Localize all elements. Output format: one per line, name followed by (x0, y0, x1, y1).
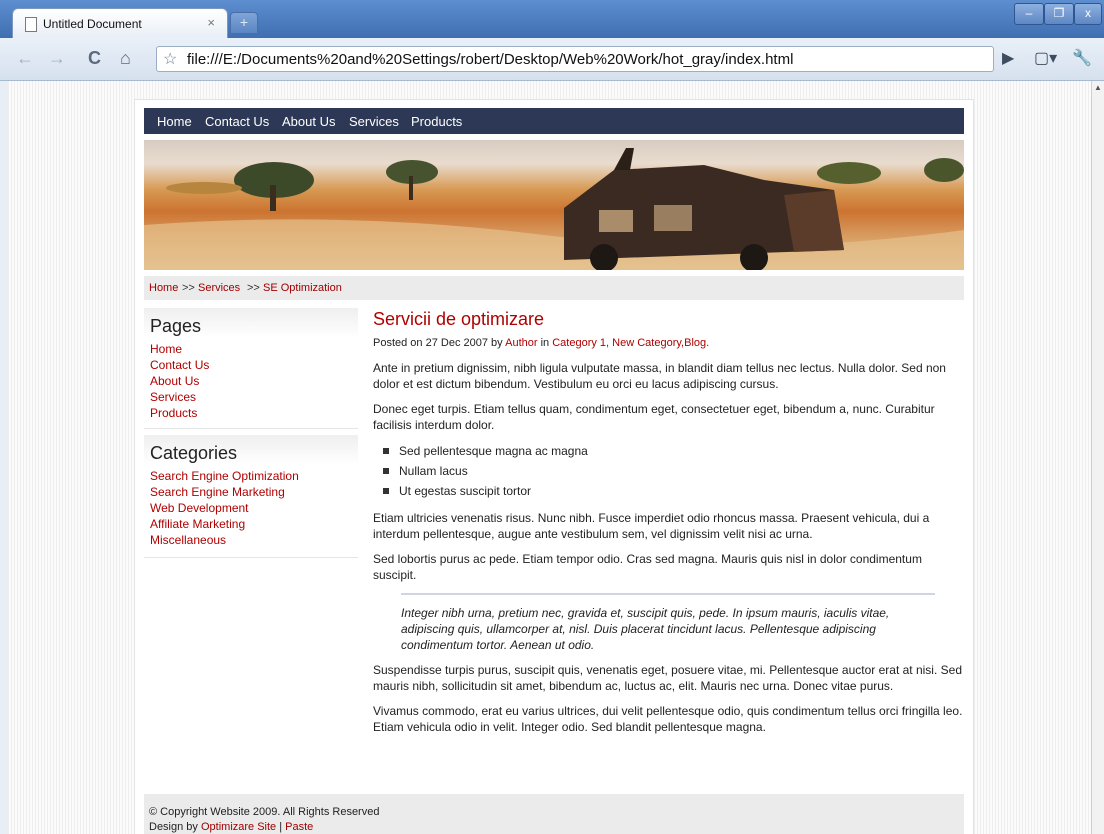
footer-separator: | (279, 821, 283, 833)
sidebar-page-about-us[interactable]: About Us (144, 373, 358, 389)
page-viewport: Home Contact Us About Us Services Produc… (8, 81, 1091, 834)
category-web-development[interactable]: Web Development (144, 500, 358, 516)
tab-close-icon[interactable]: × (207, 15, 215, 30)
header-banner-image (144, 140, 964, 270)
url-text[interactable]: file:///E:/Documents%20and%20Settings/ro… (187, 51, 793, 68)
footer: © Copyright Website 2009. All Rights Res… (144, 794, 964, 834)
desert-car-illustration (144, 148, 964, 270)
site-container: Home Contact Us About Us Services Produc… (134, 99, 974, 834)
wrench-icon[interactable]: 🔧 (1072, 48, 1092, 68)
copyright-text: © Copyright Website 2009. All Rights Res… (149, 806, 380, 818)
post-in: in (540, 337, 550, 349)
breadcrumb-services[interactable]: Services (198, 282, 240, 294)
breadcrumb-separator: >> (182, 282, 195, 294)
nav-services[interactable]: Services (349, 114, 399, 129)
post-date: Posted on 27 Dec 2007 by (373, 337, 503, 349)
post-author-link[interactable]: Author (505, 337, 537, 349)
nav-products[interactable]: Products (411, 114, 462, 129)
reload-icon[interactable]: C (88, 48, 101, 69)
sidebar-page-contact-us[interactable]: Contact Us (144, 357, 358, 373)
sidebar-page-services[interactable]: Services (144, 389, 358, 405)
category-affiliate-marketing[interactable]: Affiliate Marketing (144, 516, 358, 532)
top-navigation: Home Contact Us About Us Services Produc… (144, 108, 964, 134)
forward-icon[interactable]: → (48, 48, 66, 69)
minimize-button[interactable]: – (1014, 3, 1044, 25)
post-paragraph: Vivamus commodo, erat eu varius ultrices… (373, 704, 963, 734)
home-icon[interactable]: ⌂ (120, 48, 131, 69)
address-bar[interactable]: ☆ file:///E:/Documents%20and%20Settings/… (156, 46, 994, 72)
breadcrumb-home[interactable]: Home (149, 282, 178, 294)
bullet-icon (383, 448, 389, 454)
category-miscellaneous[interactable]: Miscellaneous (144, 532, 358, 548)
browser-toolbar: ← → C ⌂ ☆ file:///E:/Documents%20and%20S… (0, 38, 1104, 81)
bullet-icon (383, 488, 389, 494)
design-link[interactable]: Optimizare Site (201, 821, 276, 833)
blockquote: Integer nibh urna, pretium nec, gravida … (401, 593, 935, 653)
category-seo[interactable]: Search Engine Optimization (144, 468, 358, 484)
play-icon[interactable]: ▶ (1002, 48, 1014, 68)
star-icon[interactable]: ☆ (163, 49, 177, 69)
post-paragraph: Ante in pretium dignissim, nibh ligula v… (373, 361, 946, 391)
breadcrumb-current[interactable]: SE Optimization (263, 282, 342, 294)
post-category-link[interactable]: Category 1 (552, 337, 606, 349)
post-paragraph: Suspendisse turpis purus, suscipit quis,… (373, 663, 962, 693)
browser-titlebar: Untitled Document × + – ❐ x (0, 0, 1104, 39)
post-paragraph: Sed lobortis purus ac pede. Etiam tempor… (373, 552, 922, 582)
page-icon (25, 17, 37, 32)
tab-title: Untitled Document (43, 17, 142, 31)
nav-home[interactable]: Home (157, 114, 192, 129)
sidebar-page-home[interactable]: Home (144, 341, 358, 357)
list-item: Ut egestas suscipit tortor (383, 481, 963, 501)
page-menu-icon[interactable]: ▢▾ (1034, 48, 1057, 68)
sidebar-page-products[interactable]: Products (144, 405, 358, 421)
pages-box: Pages Home Contact Us About Us Services … (144, 308, 358, 429)
breadcrumb-separator: >> (247, 282, 260, 294)
maximize-button[interactable]: ❐ (1044, 3, 1074, 25)
post-paragraph: Donec eget turpis. Etiam tellus quam, co… (373, 402, 935, 432)
breadcrumb: Home >> Services >> SE Optimization (144, 276, 964, 300)
main-content: Servicii de optimizare Posted on 27 Dec … (373, 308, 963, 735)
nav-about-us[interactable]: About Us (282, 114, 335, 129)
back-icon[interactable]: ← (16, 48, 34, 69)
sidebar: Pages Home Contact Us About Us Services … (144, 308, 358, 558)
post-bullet-list: Sed pellentesque magna ac magna Nullam l… (373, 441, 963, 501)
scroll-up-icon[interactable]: ▲ (1094, 83, 1102, 92)
vertical-scrollbar[interactable]: ▲ (1091, 81, 1104, 834)
list-item: Nullam lacus (383, 461, 963, 481)
post-title[interactable]: Servicii de optimizare (373, 308, 963, 330)
post-paragraph: Etiam ultricies venenatis risus. Nunc ni… (373, 511, 930, 541)
categories-box: Categories Search Engine Optimization Se… (144, 435, 358, 558)
category-sem[interactable]: Search Engine Marketing (144, 484, 358, 500)
nav-contact-us[interactable]: Contact Us (205, 114, 269, 129)
paste-link[interactable]: Paste (285, 821, 313, 833)
design-credit: Design by Optimizare Site | Paste (149, 821, 314, 833)
post-category-link[interactable]: New Category (612, 337, 681, 349)
close-window-button[interactable]: x (1074, 3, 1102, 25)
pages-heading: Pages (150, 316, 202, 336)
list-item: Sed pellentesque magna ac magna (383, 441, 963, 461)
browser-tab[interactable]: Untitled Document × (12, 8, 228, 39)
categories-heading: Categories (150, 443, 238, 463)
post-category-link[interactable]: Blog. (684, 337, 709, 349)
bullet-icon (383, 468, 389, 474)
post-meta: Posted on 27 Dec 2007 by Author in Categ… (373, 337, 710, 349)
new-tab-button[interactable]: + (230, 12, 258, 34)
